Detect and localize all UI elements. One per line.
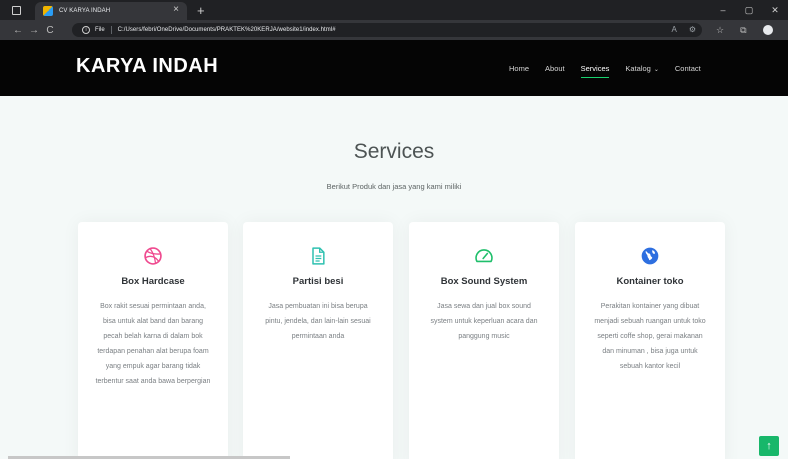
card-description: Jasa sewa dan jual box sound system untu… bbox=[430, 303, 538, 340]
file-icon bbox=[312, 247, 325, 265]
chevron-down-icon: ⌄ bbox=[653, 66, 659, 73]
forward-button[interactable]: → bbox=[26, 25, 42, 36]
services-section: Services Berikut Produk dan jasa yang ka… bbox=[0, 96, 788, 459]
favicon-icon bbox=[43, 6, 53, 16]
card-description: Box rakit sesuai permintaan anda, bisa u… bbox=[95, 303, 211, 385]
reload-button[interactable]: C bbox=[42, 25, 58, 36]
minimize-button[interactable]: – bbox=[710, 5, 736, 15]
service-card: Partisi besi Jasa pembuatan ini bisa ber… bbox=[243, 222, 393, 459]
url-divider bbox=[110, 26, 112, 34]
section-subtitle: Berikut Produk dan jasa yang kami miliki bbox=[326, 182, 462, 191]
read-aloud-icon[interactable]: A bbox=[671, 25, 676, 34]
nav-home[interactable]: Home bbox=[509, 64, 529, 73]
service-card: Box Hardcase Box rakit sesuai permintaan… bbox=[78, 222, 228, 459]
dribbble-icon bbox=[144, 247, 162, 265]
nav-services[interactable]: Services bbox=[580, 64, 609, 78]
card-description: Jasa pembuatan ini bisa berupa pintu, je… bbox=[265, 303, 371, 340]
section-title: Services bbox=[353, 140, 435, 163]
url-actions: A ⚙ bbox=[671, 25, 696, 34]
tab-close-button[interactable]: × bbox=[173, 5, 179, 15]
close-window-button[interactable]: ✕ bbox=[762, 5, 788, 16]
window-controls: – ▢ ✕ bbox=[710, 0, 788, 20]
profile-avatar[interactable] bbox=[762, 24, 773, 35]
back-to-top-button[interactable]: ↑ bbox=[759, 436, 779, 456]
site-header: KARYA INDAH Home About Services Katalog ⌄… bbox=[0, 40, 788, 96]
speedometer-icon bbox=[475, 249, 493, 263]
window-menu-icon[interactable] bbox=[12, 5, 21, 15]
main-menu: Home About Services Katalog ⌄ Contact bbox=[509, 40, 717, 96]
site-logo[interactable]: KARYA INDAH bbox=[76, 55, 218, 78]
browser-tab-bar: CV KARYA INDAH × + – ▢ ✕ bbox=[0, 0, 788, 20]
file-label: File bbox=[95, 27, 105, 33]
new-tab-button[interactable]: + bbox=[197, 4, 205, 17]
collections-icon[interactable]: ⧉ bbox=[740, 25, 746, 36]
card-title: Partisi besi bbox=[292, 276, 344, 287]
globe-icon bbox=[641, 247, 659, 265]
url-text: C:/Users/febri/OneDrive/Documents/PRAKTE… bbox=[117, 27, 336, 33]
nav-contact[interactable]: Contact bbox=[675, 64, 701, 73]
service-card: Box Sound System Jasa sewa dan jual box … bbox=[409, 222, 559, 459]
extensions-icon[interactable]: ⚙ bbox=[689, 25, 696, 34]
service-card: Kontainer toko Perakitan kontainer yang … bbox=[575, 222, 725, 459]
tab-title: CV KARYA INDAH bbox=[59, 8, 111, 14]
browser-toolbar: ☆ ⧉ bbox=[716, 24, 773, 36]
site-info-icon[interactable]: i bbox=[82, 26, 90, 34]
nav-katalog-label: Katalog bbox=[625, 63, 651, 73]
card-title: Kontainer toko bbox=[616, 276, 684, 287]
card-title: Box Hardcase bbox=[121, 276, 185, 287]
url-input[interactable]: i File C:/Users/febri/OneDrive/Documents… bbox=[72, 23, 702, 37]
back-button[interactable]: ← bbox=[10, 25, 26, 36]
card-description: Perakitan kontainer yang dibuat menjadi … bbox=[594, 303, 706, 370]
favorites-icon[interactable]: ☆ bbox=[716, 25, 724, 36]
nav-katalog[interactable]: Katalog ⌄ bbox=[625, 64, 658, 73]
browser-tab[interactable]: CV KARYA INDAH × bbox=[35, 2, 187, 20]
browser-address-bar: ← → C i File C:/Users/febri/OneDrive/Doc… bbox=[0, 20, 788, 40]
maximize-button[interactable]: ▢ bbox=[736, 5, 762, 16]
card-title: Box Sound System bbox=[440, 276, 528, 287]
nav-about[interactable]: About bbox=[545, 64, 565, 73]
browser-window: CV KARYA INDAH × + – ▢ ✕ ← → C i File C:… bbox=[0, 0, 788, 459]
